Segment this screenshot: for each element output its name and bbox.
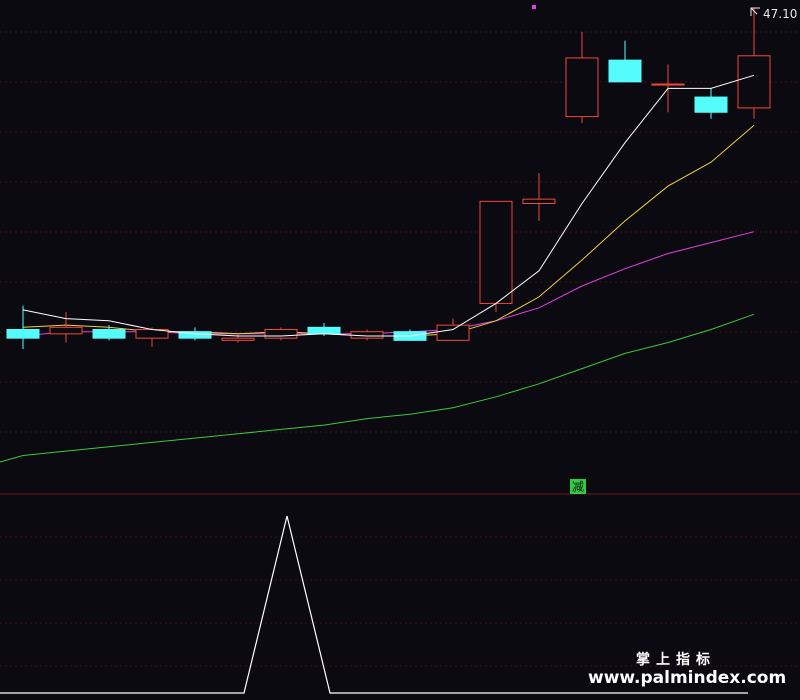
- candle-body-10: [436, 324, 470, 341]
- candle-body-17: [737, 55, 771, 109]
- candle-6: [264, 327, 298, 341]
- signal-badge: 减: [570, 479, 586, 494]
- candle-body-11: [479, 200, 513, 304]
- candle-body-7: [307, 326, 341, 335]
- candle-body-2: [92, 328, 126, 339]
- price-label: 47.10: [763, 7, 797, 21]
- candle-body-16: [694, 96, 728, 113]
- candle-body-0: [6, 328, 40, 339]
- watermark-url: www.palmindex.com: [588, 668, 786, 688]
- candle-body-8: [350, 331, 384, 339]
- candle-body-1: [49, 326, 83, 335]
- top-marker-dot: [532, 5, 536, 9]
- candle-body-12: [522, 198, 556, 205]
- candle-body-13: [565, 57, 599, 118]
- candle-body-5: [221, 337, 255, 341]
- chart-background: [0, 0, 800, 700]
- stock-chart: 47.10 减 掌上指标 www.palmindex.com: [0, 0, 800, 700]
- candle-body-15: [651, 83, 685, 86]
- candle-body-6: [264, 328, 298, 339]
- watermark-chinese: 掌上指标: [636, 651, 716, 668]
- signal-label: 减: [572, 480, 584, 494]
- candle-body-14: [608, 59, 642, 83]
